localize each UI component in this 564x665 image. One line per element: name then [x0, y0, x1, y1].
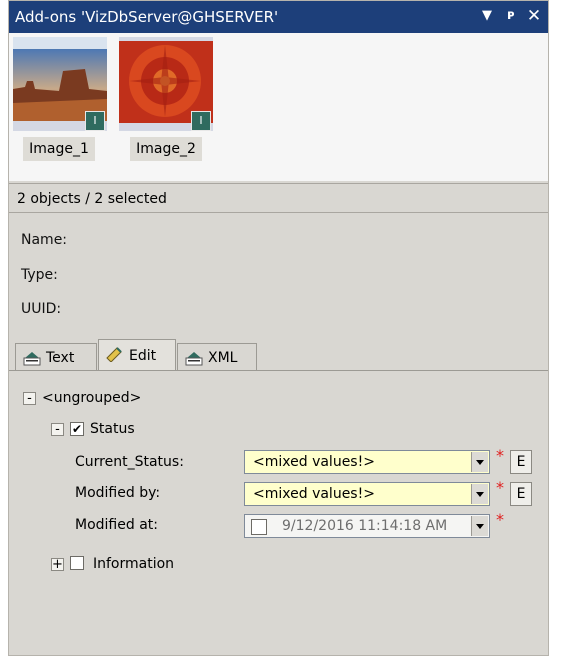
required-marker: * [496, 510, 504, 529]
tab-text[interactable]: Text [15, 343, 97, 371]
type-label: Type: [21, 267, 58, 283]
window-title: Add-ons 'VizDbServer@GHSERVER' [15, 8, 279, 26]
tab-divider [9, 370, 548, 371]
tab-xml[interactable]: XML [177, 343, 257, 371]
group-label: <ungrouped> [42, 390, 142, 406]
tab-strip: Text Edit XML [9, 339, 548, 371]
selection-status: 2 objects / 2 selected [9, 183, 548, 213]
current-status-select[interactable]: <mixed values!> [244, 450, 490, 474]
status-collapse-button[interactable]: - [51, 423, 64, 436]
chevron-down-icon[interactable] [471, 516, 488, 536]
modified-at-label: Modified at: [75, 517, 158, 533]
chevron-down-icon[interactable] [471, 484, 488, 504]
modified-at-checkbox[interactable] [251, 519, 267, 535]
information-label: Information [93, 556, 175, 572]
thumbnail-image-1[interactable]: I [13, 37, 107, 133]
edit-tab-icon [106, 347, 122, 362]
xml-tab-icon [185, 352, 203, 366]
required-marker: * [496, 478, 504, 497]
image-type-badge-icon: I [85, 111, 105, 131]
required-marker: * [496, 446, 504, 465]
information-expand-button[interactable]: + [51, 558, 64, 571]
thumbnail-label: Image_2 [130, 137, 202, 161]
close-icon[interactable]: ✕ [525, 7, 543, 25]
tab-label: Text [46, 350, 75, 366]
tab-label: XML [208, 350, 238, 366]
modified-by-select[interactable]: <mixed values!> [244, 482, 490, 506]
status-checkbox[interactable]: ✔ [70, 422, 84, 436]
chevron-down-icon[interactable] [471, 452, 488, 472]
tab-edit[interactable]: Edit [98, 339, 176, 371]
name-label: Name: [21, 232, 68, 248]
thumbnail-area: I I Image_1 Image_2 [9, 33, 548, 181]
addons-panel: Add-ons 'VizDbServer@GHSERVER' ▼ ᴘ ✕ I I… [8, 0, 549, 656]
modified-at-picker[interactable]: 9/12/2016 11:14:18 AM [244, 514, 490, 538]
modified-by-edit-button[interactable]: E [510, 482, 532, 506]
current-status-value: <mixed values!> [253, 454, 375, 470]
group-collapse-button[interactable]: - [23, 392, 36, 405]
current-status-edit-button[interactable]: E [510, 450, 532, 474]
title-bar: Add-ons 'VizDbServer@GHSERVER' ▼ ᴘ ✕ [9, 1, 548, 33]
image-type-badge-icon: I [191, 111, 211, 131]
status-label: Status [90, 421, 135, 437]
modified-at-value: 9/12/2016 11:14:18 AM [282, 518, 448, 534]
tab-label: Edit [129, 348, 157, 364]
uuid-label: UUID: [21, 301, 62, 317]
text-tab-icon [23, 352, 41, 366]
modified-by-value: <mixed values!> [253, 486, 375, 502]
information-checkbox[interactable] [70, 556, 84, 570]
modified-by-label: Modified by: [75, 485, 161, 501]
thumbnail-image-2[interactable]: I [119, 37, 213, 133]
current-status-label: Current_Status: [75, 454, 184, 470]
dropdown-arrow-icon[interactable]: ▼ [478, 7, 496, 25]
pin-icon[interactable]: ᴘ [502, 7, 520, 25]
thumbnail-label: Image_1 [23, 137, 95, 161]
